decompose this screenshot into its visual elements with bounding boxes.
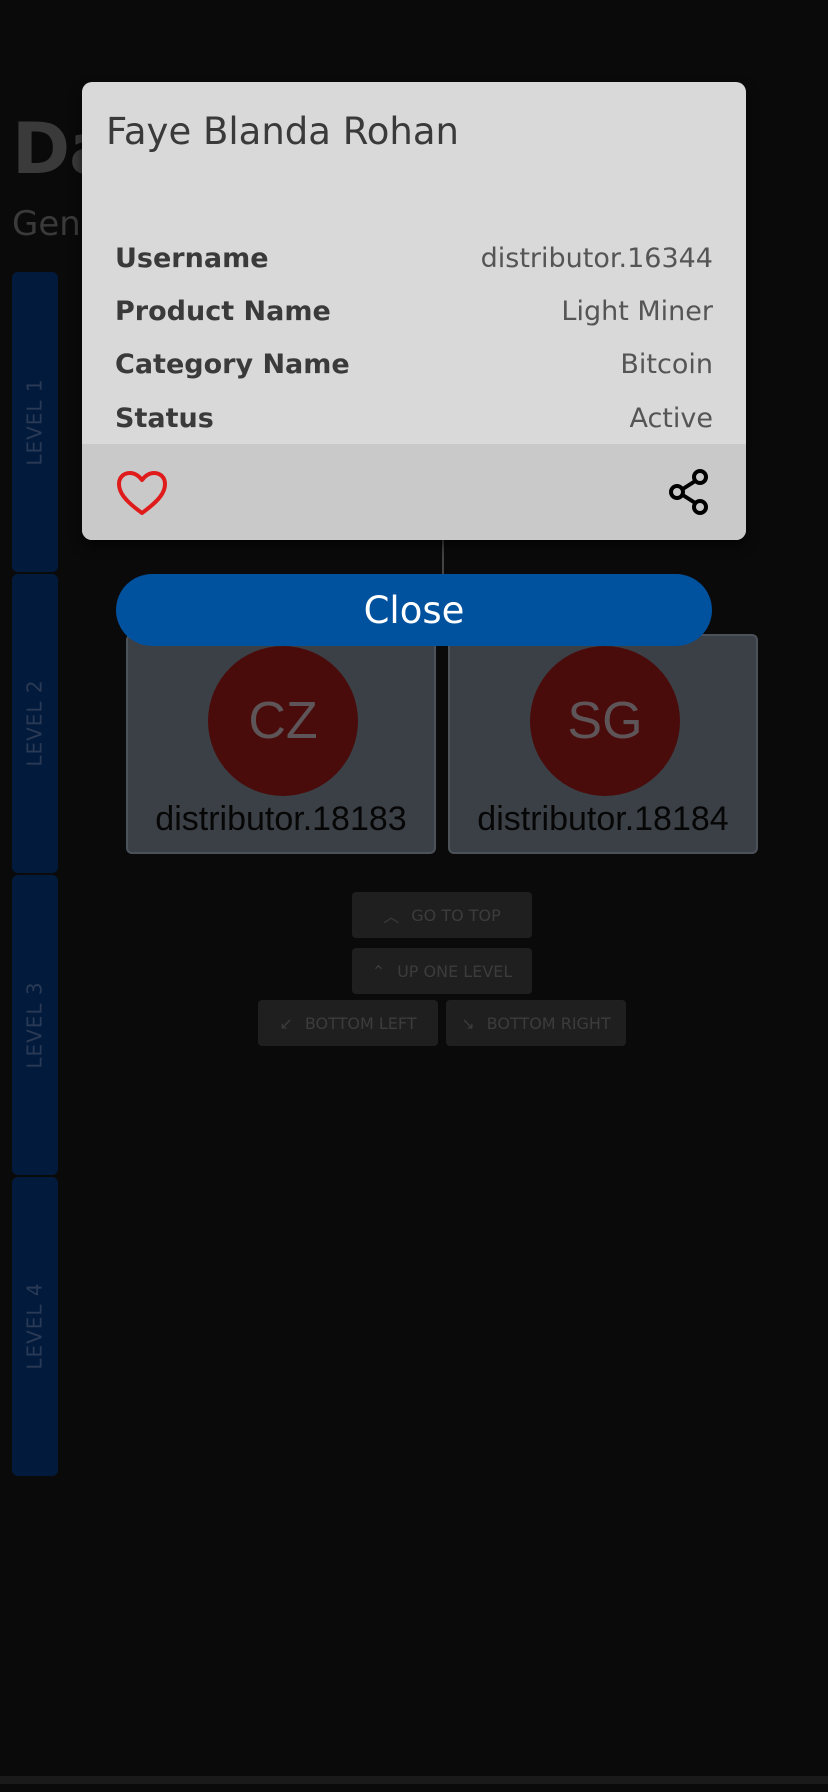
bottom-right-button[interactable]: ↘ BOTTOM RIGHT [446,1000,626,1046]
bottom-left-label: BOTTOM LEFT [304,1013,417,1033]
level-rail: LEVEL 1 LEVEL 2 LEVEL 3 LEVEL 4 [12,272,58,1476]
detail-row-status: Status Active [115,396,713,440]
level-tab-4[interactable]: LEVEL 4 [12,1176,58,1476]
detail-value: Active [629,402,713,434]
heart-icon[interactable] [116,470,168,516]
level-tab-3[interactable]: LEVEL 3 [12,875,58,1175]
level-label: LEVEL 1 [23,378,48,466]
go-to-top-label: GO TO TOP [411,905,501,925]
detail-key: Username [115,242,269,274]
share-icon[interactable] [666,468,712,516]
avatar-initials: CZ [248,692,318,750]
level-label: LEVEL 2 [23,679,48,767]
modal-footer [82,444,746,540]
close-button[interactable]: Close [116,574,712,646]
tree-node-card[interactable]: CZ distributor.18183 [126,634,436,854]
bottom-scrollbar [0,1776,828,1784]
avatar: CZ [208,646,358,796]
up-one-level-button[interactable]: ⌃ UP ONE LEVEL [352,948,532,994]
tree-node-card[interactable]: SG distributor.18184 [448,634,758,854]
detail-key: Product Name [115,295,331,327]
arrow-down-right-icon: ↘ [461,1013,475,1033]
level-tab-2[interactable]: LEVEL 2 [12,573,58,873]
node-username: distributor.18184 [477,800,729,838]
member-detail-modal: Faye Blanda Rohan Username distributor.1… [82,82,746,540]
detail-value: Bitcoin [620,348,713,380]
detail-row-category: Category Name Bitcoin [115,342,713,386]
avatar-initials: SG [567,692,643,750]
chevron-up-icon: ︿ [383,907,400,926]
up-one-level-label: UP ONE LEVEL [397,961,513,981]
arrow-down-left-icon: ↙ [279,1013,293,1033]
level-label: LEVEL 4 [23,1282,48,1370]
level-tab-1[interactable]: LEVEL 1 [12,272,58,572]
close-button-label: Close [363,588,465,632]
bottom-left-button[interactable]: ↙ BOTTOM LEFT [258,1000,438,1046]
bottom-right-label: BOTTOM RIGHT [486,1013,611,1033]
member-name: Faye Blanda Rohan [106,110,459,153]
detail-value: distributor.16344 [480,242,713,274]
detail-value: Light Miner [561,295,713,327]
node-username: distributor.18183 [155,800,407,838]
detail-row-username: Username distributor.16344 [115,236,713,280]
level-label: LEVEL 3 [23,981,48,1069]
tree-connector [442,538,444,578]
detail-key: Status [115,402,214,434]
detail-key: Category Name [115,348,350,380]
avatar: SG [530,646,680,796]
go-to-top-button[interactable]: ︿ GO TO TOP [352,892,532,938]
double-chevron-up-icon: ⌃ [371,961,386,981]
detail-row-product: Product Name Light Miner [115,289,713,333]
